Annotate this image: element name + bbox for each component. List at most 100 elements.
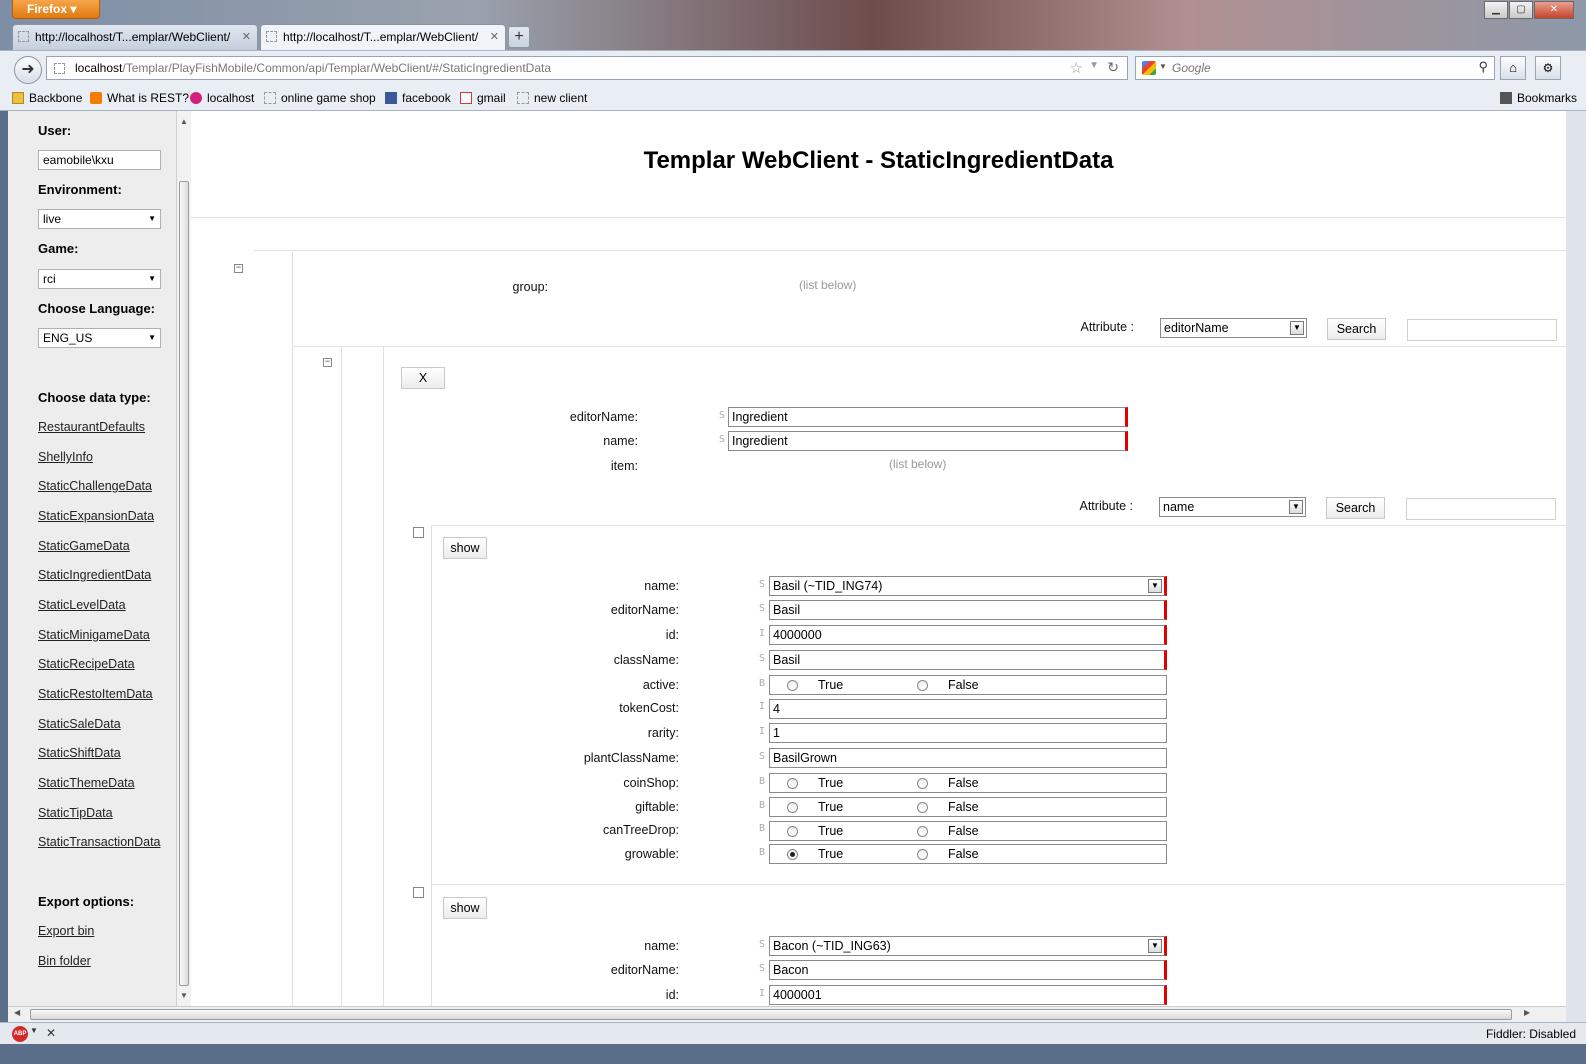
sidebar-scrollbar[interactable]: ▲ ▼ — [176, 111, 191, 1006]
item-id-input[interactable]: 4000000 — [769, 625, 1167, 645]
bookmark-facebook[interactable]: facebook — [385, 91, 451, 105]
bookmark-star-icon[interactable]: ☆ — [1070, 59, 1083, 77]
url-dropdown-icon[interactable]: ▼ — [1089, 60, 1099, 71]
bookmarks-menu[interactable]: Bookmarks — [1500, 91, 1577, 105]
url-bar[interactable]: localhost/Templar/PlayFishMobile/Common/… — [46, 56, 1128, 80]
datatype-link[interactable]: StaticRestoItemData — [38, 687, 153, 701]
growable-true-radio[interactable] — [787, 849, 798, 860]
datatype-link[interactable]: StaticMinigameData — [38, 628, 150, 642]
datatype-link[interactable]: StaticGameData — [38, 539, 130, 553]
datatype-link[interactable]: StaticRecipeData — [38, 657, 135, 671]
search-icon[interactable]: ⚲ — [1478, 59, 1488, 75]
language-select[interactable]: ENG_US — [38, 328, 161, 348]
giftable-false-radio[interactable] — [917, 802, 928, 813]
coinshop-true-radio[interactable] — [787, 778, 798, 789]
datatype-link[interactable]: StaticSaleData — [38, 717, 121, 731]
group-name-input[interactable]: Ingredient — [728, 431, 1128, 451]
adblock-dropdown-icon[interactable]: ▼ — [30, 1026, 38, 1035]
bookmark-backbone[interactable]: Backbone — [12, 91, 82, 105]
bin-folder-link[interactable]: Bin folder — [38, 954, 91, 968]
firefox-menu-button[interactable]: Firefox ▾ — [12, 0, 100, 19]
tab-1[interactable]: http://localhost/T...emplar/WebClient/ ✕ — [12, 24, 258, 50]
item-plantclassname-input[interactable]: BasilGrown — [769, 748, 1167, 768]
group-editorname-input[interactable]: Ingredient — [728, 407, 1128, 427]
datatype-link[interactable]: StaticShiftData — [38, 746, 121, 760]
export-bin-link[interactable]: Export bin — [38, 924, 94, 938]
adblock-icon[interactable]: ABP — [12, 1026, 28, 1042]
field-label: id: — [665, 988, 679, 1002]
item-editorname-input[interactable]: Basil — [769, 600, 1167, 620]
maximize-icon[interactable]: ▢ — [1509, 1, 1533, 19]
cantreedrop-true-radio[interactable] — [787, 826, 798, 837]
field-label: name: — [644, 939, 679, 953]
cantreedrop-false-radio[interactable] — [917, 826, 928, 837]
item-editorname-input[interactable]: Bacon — [769, 960, 1167, 980]
horizontal-scroll-thumb[interactable] — [30, 1009, 1512, 1020]
search-bar[interactable]: ▼ Google ⚲ — [1135, 56, 1495, 80]
attribute-label: Attribute : — [1080, 320, 1135, 334]
extension-icon[interactable]: ⚙ — [1535, 56, 1561, 80]
datatype-link[interactable]: StaticTransactionData — [38, 835, 161, 849]
item-select-checkbox[interactable] — [413, 887, 424, 898]
item-search-input[interactable] — [1406, 498, 1556, 520]
environment-select[interactable]: live — [38, 209, 161, 229]
fiddler-status[interactable]: Fiddler: Disabled — [1486, 1027, 1576, 1041]
collapse-group-icon[interactable]: − — [234, 263, 243, 273]
new-tab-icon[interactable]: + — [508, 26, 530, 48]
item-rarity-input[interactable]: 1 — [769, 723, 1167, 743]
datatype-link[interactable]: StaticChallengeData — [38, 479, 152, 493]
close-addon-bar-icon[interactable]: ✕ — [46, 1026, 56, 1040]
game-select[interactable]: rci — [38, 269, 161, 289]
reload-icon[interactable]: ↻ — [1107, 59, 1119, 76]
collapse-group-item-icon[interactable]: − — [323, 357, 332, 367]
datatype-link[interactable]: ShellyInfo — [38, 450, 93, 464]
search-engine-dropdown-icon[interactable]: ▼ — [1159, 62, 1167, 71]
datatype-link[interactable]: StaticTipData — [38, 806, 113, 820]
show-item-button[interactable]: show — [443, 897, 487, 919]
type-indicator: S — [719, 410, 726, 421]
item-select-checkbox[interactable] — [413, 527, 424, 538]
scroll-right-icon[interactable]: ▶ — [1524, 1008, 1530, 1017]
group-search-input[interactable] — [1407, 319, 1557, 341]
show-item-button[interactable]: show — [443, 537, 487, 559]
home-icon[interactable]: ⌂ — [1500, 56, 1526, 80]
close-window-icon[interactable]: ✕ — [1534, 1, 1574, 19]
bookmark-what-is-rest[interactable]: What is REST? — [90, 91, 189, 105]
active-true-radio[interactable] — [787, 680, 798, 691]
bookmark-new-client[interactable]: new client — [517, 91, 587, 105]
item-search-button[interactable]: Search — [1326, 497, 1385, 519]
growable-false-radio[interactable] — [917, 849, 928, 860]
scroll-up-icon[interactable]: ▲ — [177, 115, 191, 129]
datatype-link[interactable]: StaticExpansionData — [38, 509, 154, 523]
item-attribute-select[interactable]: name ▼ — [1159, 497, 1306, 517]
item-name-select[interactable]: Bacon (~TID_ING63) ▼ — [769, 936, 1167, 956]
delete-group-button[interactable]: X — [401, 367, 445, 389]
item-name-select[interactable]: Basil (~TID_ING74) ▼ — [769, 576, 1167, 596]
item-classname-input[interactable]: Basil — [769, 650, 1167, 670]
tab-2[interactable]: http://localhost/T...emplar/WebClient/ ✕ — [260, 24, 506, 50]
tab-close-icon[interactable]: ✕ — [242, 25, 251, 49]
field-label: name: — [603, 434, 638, 448]
active-false-radio[interactable] — [917, 680, 928, 691]
datatype-link[interactable]: RestaurantDefaults — [38, 420, 145, 434]
bookmark-gmail[interactable]: gmail — [460, 91, 506, 105]
bookmark-localhost[interactable]: localhost — [190, 91, 254, 105]
datatype-link[interactable]: StaticLevelData — [38, 598, 126, 612]
coinshop-false-radio[interactable] — [917, 778, 928, 789]
horizontal-scrollbar[interactable]: ◀ ▶ — [8, 1006, 1566, 1022]
giftable-true-radio[interactable] — [787, 802, 798, 813]
group-search-button[interactable]: Search — [1327, 318, 1386, 340]
datatype-link[interactable]: StaticThemeData — [38, 776, 135, 790]
group-attribute-select[interactable]: editorName ▼ — [1160, 318, 1307, 338]
scroll-left-icon[interactable]: ◀ — [14, 1008, 20, 1017]
datatype-link[interactable]: StaticIngredientData — [38, 568, 151, 582]
bookmark-online-game-shop[interactable]: online game shop — [264, 91, 376, 105]
back-arrow-icon[interactable]: ➜ — [14, 56, 42, 84]
item-tokencost-input[interactable]: 4 — [769, 699, 1167, 719]
sidebar-scroll-thumb[interactable] — [179, 181, 189, 986]
item-id-input[interactable]: 4000001 — [769, 985, 1167, 1005]
scroll-down-icon[interactable]: ▼ — [177, 989, 191, 1003]
type-indicator: S — [759, 939, 766, 950]
minimize-icon[interactable]: ▁ — [1484, 1, 1508, 19]
tab-close-icon[interactable]: ✕ — [490, 25, 499, 49]
